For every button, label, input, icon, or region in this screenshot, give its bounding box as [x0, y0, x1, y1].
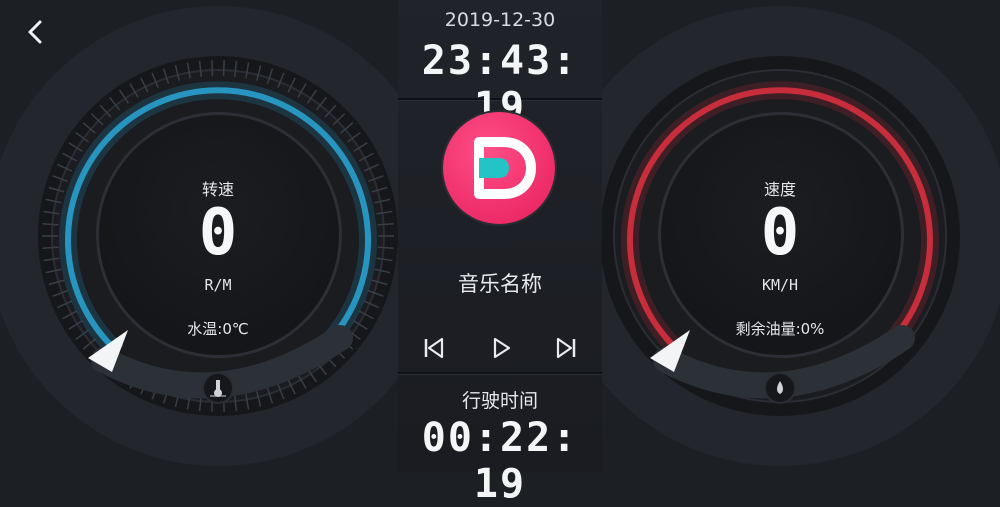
fuel-level-label: 剩余油量:0% — [735, 320, 825, 338]
next-track-button[interactable] — [552, 333, 582, 363]
chevron-left-icon — [28, 20, 42, 44]
music-logo-icon — [474, 137, 536, 199]
drive-time-label: 行驶时间 — [461, 390, 538, 412]
prev-track-button[interactable] — [418, 333, 448, 363]
skip-next-icon — [556, 337, 576, 359]
music-title: 音乐名称 — [458, 272, 542, 296]
water-temp-label: 水温:0℃ — [187, 320, 249, 338]
rpm-gauge: 转速 0 R/M 水温:0℃ — [0, 0, 440, 472]
speed-value: 0 — [760, 196, 800, 270]
back-button[interactable] — [22, 18, 50, 46]
play-button[interactable] — [486, 333, 516, 363]
fuel-icon — [766, 374, 794, 402]
divider-bottom — [398, 372, 602, 374]
skip-previous-icon — [424, 337, 444, 359]
rpm-unit: R/M — [204, 276, 232, 294]
dial-tick — [222, 60, 225, 77]
date-display: 2019-12-30 — [444, 9, 556, 31]
drive-time-display: 00:22: 19 — [421, 415, 579, 507]
thermometer-icon — [204, 374, 232, 402]
rpm-value: 0 — [198, 196, 238, 270]
speed-gauge: 速度 0 KM/H 剩余油量:0% — [560, 0, 1000, 472]
speed-unit: KM/H — [761, 276, 799, 294]
dial-tick — [211, 60, 214, 77]
play-icon — [493, 337, 511, 359]
music-app-logo[interactable] — [443, 112, 555, 224]
